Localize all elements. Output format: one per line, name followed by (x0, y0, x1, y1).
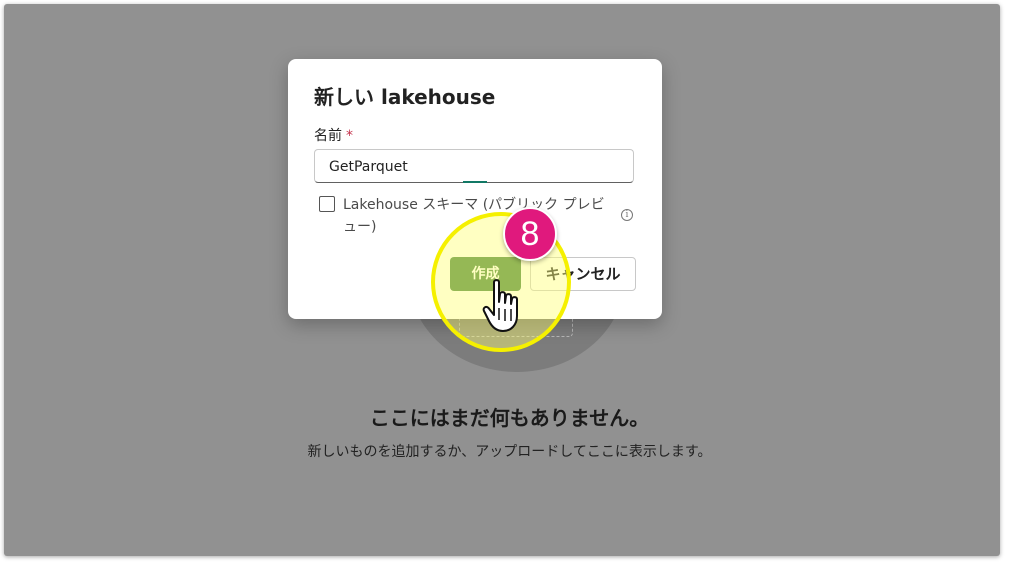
empty-state-subtitle: 新しいものを追加するか、アップロードしてここに表示します。 (307, 444, 712, 460)
schema-checkbox[interactable] (319, 196, 335, 212)
name-input[interactable]: GetParquet (314, 149, 634, 183)
step-number-badge: 8 (503, 207, 557, 261)
name-label-text: 名前 (314, 128, 342, 144)
required-marker: * (346, 128, 353, 144)
input-caret-indicator (463, 181, 487, 183)
info-icon[interactable]: i (621, 209, 633, 221)
empty-state-title: ここにはまだ何もありません。 (369, 406, 650, 430)
hand-pointer-cursor-icon (482, 279, 518, 332)
name-field-label: 名前 * (314, 125, 353, 145)
dialog-title: 新しい lakehouse (314, 85, 496, 109)
